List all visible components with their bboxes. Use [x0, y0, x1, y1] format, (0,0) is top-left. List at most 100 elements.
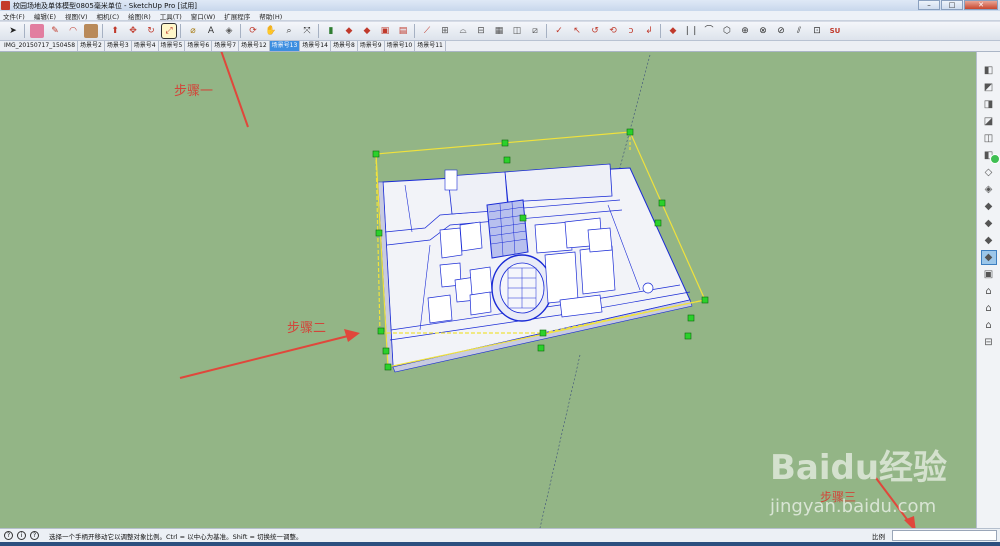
menu-window[interactable]: 窗口(W): [191, 11, 216, 21]
layout-icon[interactable]: ▣: [378, 24, 392, 38]
notification-dot-icon[interactable]: [990, 154, 1000, 164]
scale-icon[interactable]: ⤢: [161, 23, 177, 39]
monochrome-icon[interactable]: ◆: [980, 250, 997, 265]
eraser-icon[interactable]: [30, 24, 44, 38]
step-two-label: 步骤二: [287, 321, 327, 336]
solid-subtract-icon[interactable]: ⟲: [606, 24, 620, 38]
profiles-icon[interactable]: ⊡: [810, 24, 824, 38]
storage-icon[interactable]: ⊟: [982, 336, 996, 349]
tab-scene[interactable]: IMG_20150717_150458: [2, 41, 79, 51]
tab-scene[interactable]: 场景号7: [212, 41, 240, 51]
window-title: 校园场地及单体模型0805毫米单位 - SketchUp Pro [试用]: [13, 1, 197, 10]
house-front-icon[interactable]: ⌂: [982, 319, 996, 332]
tab-scene[interactable]: 场景号2: [78, 41, 105, 51]
drape-icon[interactable]: ▦: [492, 24, 506, 38]
wireframe-icon[interactable]: ◈: [982, 183, 996, 196]
add-detail-icon[interactable]: ◫: [510, 24, 524, 38]
shaded-textures-icon[interactable]: ◆: [982, 234, 996, 247]
tab-scene[interactable]: 场景号5: [159, 41, 186, 51]
title-bar: 校园场地及单体模型0805毫米单位 - SketchUp Pro [试用] – …: [0, 0, 1000, 11]
tab-scene[interactable]: 场景号3: [105, 41, 132, 51]
credits-icon[interactable]: i: [17, 531, 26, 540]
zoom-icon[interactable]: ⌕: [282, 24, 296, 38]
push-pull-icon[interactable]: ⬆: [108, 24, 122, 38]
fog-icon[interactable]: ⊘: [774, 24, 788, 38]
minimize-button[interactable]: –: [918, 0, 940, 10]
tab-scene[interactable]: 场景号12: [239, 41, 270, 51]
sandbox-scratch-icon[interactable]: ⊞: [438, 24, 452, 38]
rectangle-icon[interactable]: [84, 24, 98, 38]
pencil-icon[interactable]: ✎: [48, 24, 62, 38]
solid-outer-shell-icon[interactable]: ✓: [552, 24, 566, 38]
menu-help[interactable]: 帮助(H): [259, 11, 282, 21]
tab-scene[interactable]: 场景号6: [185, 41, 213, 51]
maximize-button[interactable]: □: [941, 0, 963, 10]
orbit-icon[interactable]: ⟳: [246, 24, 260, 38]
menu-draw[interactable]: 绘图(R): [128, 11, 151, 21]
tape-icon[interactable]: ⌀: [186, 24, 200, 38]
menu-file[interactable]: 文件(F): [3, 11, 25, 21]
flip-edge-icon[interactable]: ⧄: [528, 24, 542, 38]
tab-scene[interactable]: 场景号9: [358, 41, 385, 51]
zoom-extents-icon[interactable]: ⤧: [300, 24, 314, 38]
solid-trim-icon[interactable]: ↄ: [624, 24, 638, 38]
pan-icon[interactable]: ✋: [264, 24, 278, 38]
house-outline-icon[interactable]: ⌂: [982, 302, 996, 315]
section-plane-icon[interactable]: ◆: [666, 24, 680, 38]
menu-tools[interactable]: 工具(T): [160, 11, 182, 21]
solid-union-icon[interactable]: ↺: [588, 24, 602, 38]
help-icon[interactable]: ?: [30, 531, 39, 540]
move-icon[interactable]: ✥: [126, 24, 140, 38]
top-view-icon[interactable]: ◩: [982, 81, 996, 94]
house-icon[interactable]: ⌂: [982, 285, 996, 298]
stamp-icon[interactable]: ⊟: [474, 24, 488, 38]
toolbar-separator: [24, 24, 25, 38]
solid-split-icon[interactable]: ↲: [642, 24, 656, 38]
toolbar-separator: [660, 24, 661, 38]
os-taskbar: [0, 542, 1000, 546]
back-view-icon[interactable]: ◫: [982, 132, 996, 145]
tab-scene[interactable]: 场景号11: [415, 41, 446, 51]
follow-me-icon[interactable]: ❘❘: [683, 24, 698, 38]
window-controls: – □ ✕: [918, 0, 998, 10]
close-button[interactable]: ✕: [964, 0, 998, 10]
outliner-icon[interactable]: ⊕: [738, 24, 752, 38]
xray-icon[interactable]: ◇: [982, 166, 996, 179]
tab-scene[interactable]: 场景号10: [385, 41, 416, 51]
style-builder-icon[interactable]: ▤: [396, 24, 410, 38]
text-icon[interactable]: A: [204, 24, 218, 38]
tab-scene[interactable]: 场景号4: [132, 41, 159, 51]
iso-view-icon[interactable]: ◧: [982, 64, 996, 77]
geo-location-icon[interactable]: ?: [4, 531, 13, 540]
rotate-icon[interactable]: ↻: [144, 24, 158, 38]
soften-edges-icon[interactable]: ⫽: [792, 24, 806, 38]
warehouse-icon[interactable]: ▮: [324, 24, 338, 38]
measurements-input[interactable]: [892, 530, 997, 541]
right-view-icon[interactable]: ◪: [982, 115, 996, 128]
tab-scene[interactable]: 场景号8: [331, 41, 358, 51]
site-model[interactable]: [377, 163, 693, 373]
front-view-icon[interactable]: ◨: [982, 98, 996, 111]
menu-camera[interactable]: 相机(C): [97, 11, 120, 21]
menu-extensions[interactable]: 扩展程序: [224, 11, 250, 21]
paint-bucket-icon[interactable]: ◈: [222, 24, 236, 38]
tab-scene[interactable]: 场景号14: [300, 41, 331, 51]
menu-edit[interactable]: 编辑(E): [34, 11, 56, 21]
model-viewport[interactable]: 步骤一 步骤二 步骤三 Baidu经验 jingyan.baidu.com: [0, 52, 976, 528]
su-logo-icon[interactable]: SU: [828, 24, 842, 38]
menu-view[interactable]: 视图(V): [65, 11, 88, 21]
arc-icon[interactable]: ◠: [66, 24, 80, 38]
select-icon[interactable]: ➤: [6, 24, 20, 38]
intersect-faces-icon[interactable]: ⬡: [720, 24, 734, 38]
offset-icon[interactable]: ⌒: [702, 24, 716, 38]
solid-intersect-icon[interactable]: ↖: [570, 24, 584, 38]
sandbox-from-contours-icon[interactable]: ⟋: [420, 24, 434, 38]
shadows-icon[interactable]: ⊗: [756, 24, 770, 38]
hidden-line-icon[interactable]: ◆: [982, 200, 996, 213]
tab-scene-active[interactable]: 场景号13: [269, 41, 301, 51]
components-icon[interactable]: ◆: [342, 24, 356, 38]
smoove-icon[interactable]: ⌓: [456, 24, 470, 38]
extension-warehouse-icon[interactable]: ◆: [360, 24, 374, 38]
shaded-icon[interactable]: ◆: [982, 217, 996, 230]
component-icon[interactable]: ▣: [982, 268, 996, 281]
